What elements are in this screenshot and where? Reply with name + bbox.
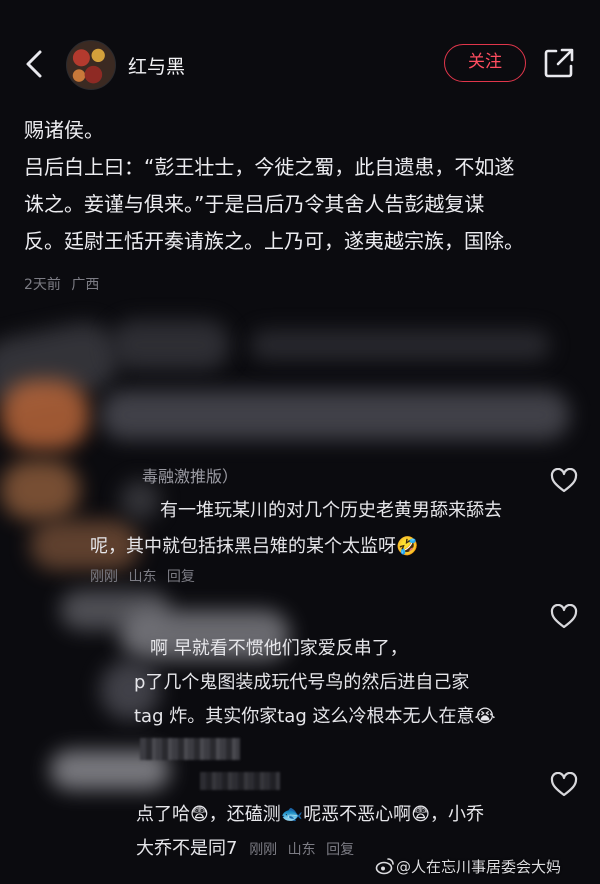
post-line: 赐诸侯。 (24, 118, 104, 142)
comment-text-part: ，还磕测 (208, 804, 281, 825)
comment-text: 呢，其中就包括抹黑吕雉的某个太监呀🤣 (90, 530, 418, 564)
back-button[interactable] (18, 44, 54, 84)
comment-text: p了几个鬼图装成玩代号鸟的然后进自己家 (134, 672, 470, 693)
like-button[interactable] (550, 603, 578, 630)
post-location: 广西 (71, 277, 100, 293)
comment-text-part: 大乔不是同7 (136, 838, 238, 859)
post-meta: 2天前 广西 (24, 274, 99, 294)
reply-button[interactable]: 回复 (167, 569, 195, 585)
blur-smear (100, 390, 570, 440)
post-time: 2天前 (24, 277, 61, 293)
blur-smear (0, 380, 90, 450)
comment-text: 有一堆玩某川的对几个历史老黄男舔来舔去 (160, 500, 502, 521)
like-button[interactable] (550, 771, 578, 798)
post-body: 赐诸侯。 吕后白上曰：“彭王壮士，今徙之蜀，此自遗患，不如遂 诛之。妾谨与俱来。… (24, 112, 584, 260)
comment-location: 山东 (128, 569, 157, 585)
heart-outline-icon (550, 467, 578, 493)
like-button[interactable] (550, 467, 578, 494)
comment-meta: 刚刚 山东 回复 (90, 566, 195, 586)
comment-meta: 刚刚 山东 回复 (249, 842, 354, 858)
comment-text: 点了哈😨，还磕测🐟呢恶不恶心啊😨，小乔 (136, 798, 484, 832)
avatar[interactable] (66, 40, 116, 90)
reply-button[interactable]: 回复 (326, 842, 354, 858)
fearful-emoji-icon: 😨 (190, 804, 209, 825)
comment-text-part: 呢恶不恶心啊 (303, 804, 412, 825)
comment-text: 大乔不是同7 刚刚 山东 回复 (136, 832, 354, 867)
follow-button[interactable]: 关注 (444, 44, 526, 82)
weibo-logo-icon (375, 858, 394, 875)
comment-text: 啊 早就看不惯他们家爱反串了， (150, 638, 408, 659)
blur-smear (110, 320, 230, 370)
comment-time: 刚刚 (249, 842, 278, 858)
blur-smear (0, 460, 80, 520)
post-line: 反。廷尉王恬开奏请族之。上乃可，遂夷越宗族，国除。 (24, 229, 524, 253)
blur-smear (250, 330, 550, 360)
fearful-emoji-icon: 😨 (411, 804, 430, 825)
comment-time: 刚刚 (90, 569, 118, 585)
share-icon (544, 48, 574, 78)
fish-emoji-icon: 🐟 (280, 804, 304, 825)
comment-location: 山东 (287, 842, 316, 858)
heart-outline-icon (550, 771, 578, 797)
account-name[interactable]: 红与黑 (128, 52, 185, 79)
rofl-emoji-icon: 🤣 (396, 536, 419, 557)
censor-bar (200, 772, 280, 790)
post-line: 诛之。妾谨与俱来。”于是吕后乃令其舍人告彭越复谋 (24, 192, 485, 216)
post-detail-screen: 红与黑 关注 赐诸侯。 吕后白上曰：“彭王壮士，今徙之蜀，此自遗患，不如遂 诛之… (0, 0, 600, 884)
comment-text-part: 呢，其中就包括抹黑吕雉的某个太监呀 (90, 536, 396, 557)
post-line: 吕后白上曰：“彭王壮士，今徙之蜀，此自遗患，不如遂 (24, 155, 515, 179)
crying-emoji-icon: 😭 (474, 706, 496, 727)
comment-text-part: 点了哈 (136, 804, 190, 825)
top-bar: 红与黑 关注 (0, 0, 600, 120)
comment-text-part: tag 炸。其实你家tag 这么冷根本无人在意 (134, 706, 475, 727)
censor-bar (140, 738, 240, 760)
share-button[interactable] (542, 46, 576, 80)
chevron-left-icon (26, 50, 42, 78)
comment-username[interactable]: 毒融激推版） (142, 460, 238, 494)
comment-text: tag 炸。其实你家tag 这么冷根本无人在意😭 (134, 700, 496, 734)
heart-outline-icon (550, 603, 578, 629)
comment-text-part: ，小乔 (429, 804, 484, 825)
watermark: @人在忘川事居委会大妈 (396, 858, 562, 876)
